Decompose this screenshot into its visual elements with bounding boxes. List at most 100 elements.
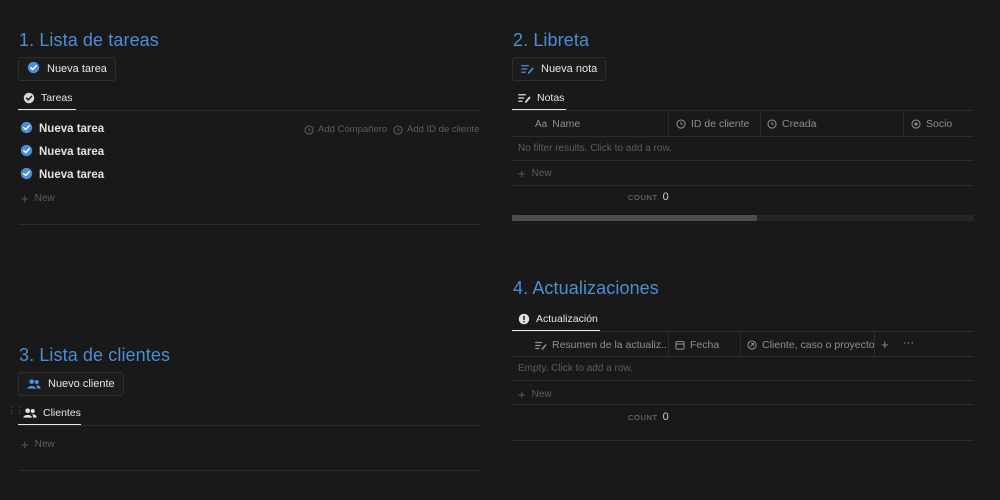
alert-circle-icon	[518, 313, 530, 325]
tab-notas[interactable]: Notas	[514, 87, 568, 109]
people-icon	[27, 378, 41, 390]
nueva-tarea-button[interactable]: Nueva tarea	[18, 57, 116, 81]
task-item[interactable]: Nueva tarea	[20, 144, 104, 160]
empty-filter-message[interactable]: No filter results. Click to add a row.	[518, 143, 672, 154]
divider	[512, 160, 974, 161]
column-resumen[interactable]: Resumen de la actualiz...	[535, 339, 670, 351]
column-divider	[668, 332, 669, 357]
clock-icon	[676, 119, 686, 129]
hint-label: Add Compañero	[318, 124, 388, 135]
horizontal-scrollbar-thumb[interactable]	[512, 215, 757, 221]
divider	[512, 440, 974, 441]
column-creada[interactable]: Creada	[767, 118, 816, 130]
button-label: Nuevo cliente	[48, 378, 115, 390]
add-id-cliente-button[interactable]: Add ID de cliente	[393, 124, 479, 135]
divider	[512, 380, 974, 381]
column-divider	[874, 332, 875, 357]
column-id-cliente[interactable]: ID de cliente	[676, 118, 749, 130]
count-label: COUNT	[628, 193, 658, 202]
tab-label: Actualización	[536, 313, 598, 325]
new-label: New	[531, 389, 552, 400]
divider	[512, 110, 974, 111]
new-label: New	[531, 168, 552, 179]
divider	[18, 470, 480, 471]
section-title-clientes: 3. Lista de clientes	[19, 345, 171, 365]
tab-label: Tareas	[41, 92, 73, 104]
column-label: Fecha	[690, 339, 720, 351]
button-label: Nueva nota	[541, 63, 598, 75]
nueva-nota-button[interactable]: Nueva nota	[512, 57, 607, 81]
note-lines-icon	[518, 92, 531, 104]
column-label: Resumen de la actualiz...	[552, 339, 670, 351]
plus-icon: +	[881, 337, 889, 352]
more-options-button[interactable]: ···	[903, 337, 914, 349]
plus-icon: +	[21, 437, 29, 452]
column-divider	[903, 111, 904, 136]
check-circle-icon	[27, 61, 40, 77]
count-value: 0	[662, 191, 669, 203]
hint-label: Add ID de cliente	[407, 124, 480, 135]
column-label: Cliente, caso o proyecto	[762, 339, 875, 351]
column-divider	[740, 332, 741, 357]
divider	[512, 136, 974, 137]
plus-icon: +	[21, 191, 29, 206]
clock-icon	[393, 124, 403, 135]
task-item[interactable]: Nueva tarea	[20, 121, 104, 137]
column-cliente-caso-proyecto[interactable]: Cliente, caso o proyecto	[747, 339, 875, 351]
divider	[512, 331, 974, 332]
relation-circle-icon	[747, 340, 757, 350]
section-title-actualizaciones: 4. Actualizaciones	[513, 278, 659, 298]
task-title: Nueva tarea	[39, 146, 105, 158]
column-fecha[interactable]: Fecha	[675, 339, 719, 351]
divider	[18, 425, 480, 426]
task-title: Nueva tarea	[39, 169, 105, 181]
more-icon: ···	[903, 337, 914, 349]
check-badge-icon	[23, 92, 35, 104]
task-title: Nueva tarea	[39, 123, 105, 135]
new-row-button[interactable]: + New	[518, 387, 552, 402]
tab-label: Clientes	[43, 407, 81, 419]
nuevo-cliente-button[interactable]: Nuevo cliente	[18, 372, 124, 396]
column-label: ID de cliente	[691, 118, 750, 130]
count-footer[interactable]: COUNT 0	[628, 191, 669, 203]
clock-icon	[304, 124, 314, 135]
divider	[18, 110, 480, 111]
check-circle-icon	[20, 144, 33, 160]
column-socio[interactable]: Socio	[911, 118, 952, 130]
tab-clientes[interactable]: Clientes	[19, 402, 85, 424]
count-value: 0	[662, 411, 669, 423]
column-divider	[760, 111, 761, 136]
new-row-button[interactable]: + New	[21, 437, 55, 452]
check-circle-icon	[20, 121, 33, 137]
add-companero-button[interactable]: Add Compañero	[304, 124, 387, 135]
person-circle-icon	[911, 119, 921, 129]
plus-icon: +	[518, 166, 526, 181]
new-row-button[interactable]: + New	[21, 191, 55, 206]
count-label: COUNT	[628, 413, 658, 422]
tab-tareas[interactable]: Tareas	[19, 87, 77, 109]
divider	[512, 356, 974, 357]
new-label: New	[34, 439, 55, 450]
column-name[interactable]: Aa Name	[535, 118, 580, 130]
add-column-button[interactable]: +	[881, 337, 889, 352]
people-icon	[23, 407, 37, 419]
count-footer[interactable]: COUNT 0	[628, 411, 669, 423]
divider	[512, 404, 974, 405]
empty-table-message[interactable]: Empty. Click to add a row.	[518, 363, 633, 374]
column-label: Name	[552, 118, 581, 130]
new-label: New	[34, 193, 55, 204]
clock-icon	[767, 119, 777, 129]
new-row-button[interactable]: + New	[518, 166, 552, 181]
button-label: Nueva tarea	[47, 63, 107, 75]
note-lines-icon	[521, 63, 534, 75]
divider	[512, 185, 974, 186]
check-circle-icon	[20, 167, 33, 183]
calendar-icon	[675, 340, 685, 350]
column-label: Socio	[926, 118, 953, 130]
note-lines-icon	[535, 340, 547, 351]
section-title-tareas: 1. Lista de tareas	[19, 30, 159, 50]
task-item[interactable]: Nueva tarea	[20, 167, 104, 183]
tab-actualizacion[interactable]: Actualización	[514, 308, 602, 330]
text-type-icon: Aa	[535, 118, 548, 130]
tab-label: Notas	[537, 92, 565, 104]
